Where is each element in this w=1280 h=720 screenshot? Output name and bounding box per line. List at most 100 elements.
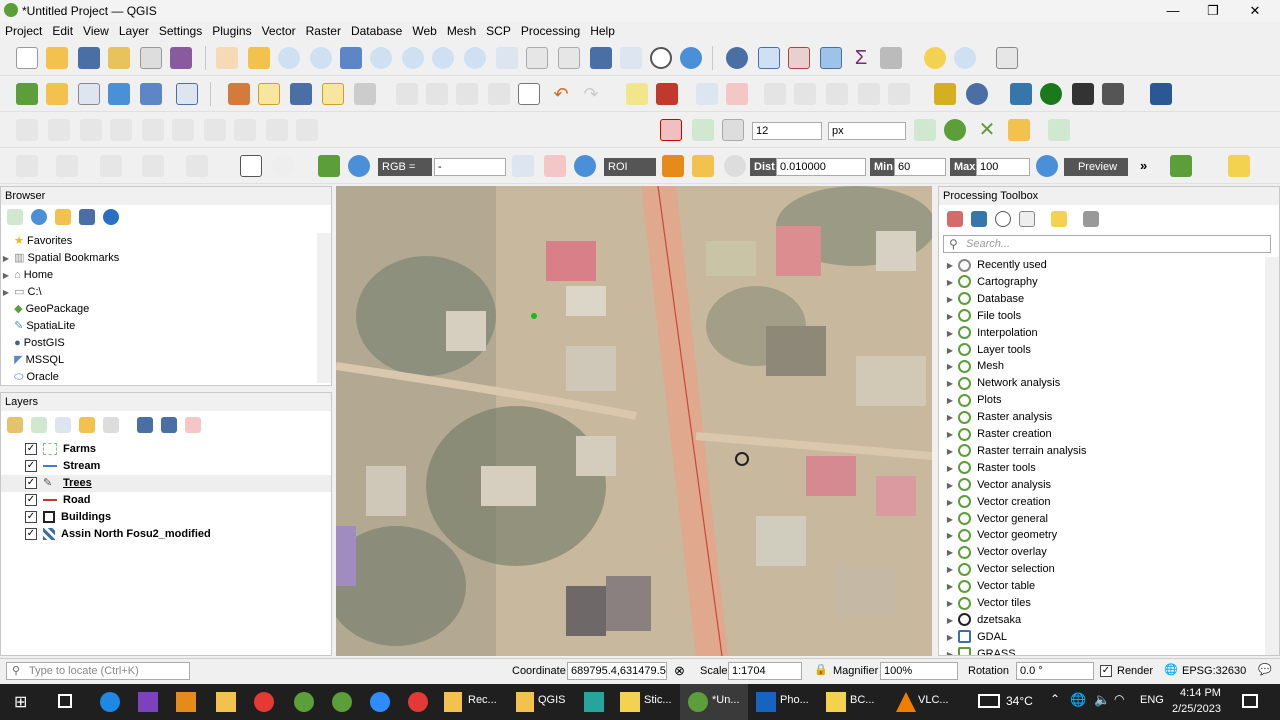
messages-icon[interactable]: 💬 bbox=[1258, 663, 1272, 676]
zoom-native-icon[interactable] bbox=[432, 47, 454, 69]
deselect-icon[interactable] bbox=[142, 155, 164, 177]
scp-edit-icon[interactable] bbox=[1228, 155, 1250, 177]
move-label-icon[interactable] bbox=[764, 83, 786, 105]
preview-button[interactable]: Preview bbox=[1064, 158, 1128, 176]
search-magnifier-icon[interactable] bbox=[1040, 83, 1062, 105]
folder-qgis-icon[interactable] bbox=[516, 692, 534, 712]
menu-view[interactable]: View bbox=[78, 22, 114, 40]
toolbox-item[interactable]: ▶ Raster analysis bbox=[945, 409, 1052, 426]
folder-rec-icon[interactable] bbox=[444, 692, 462, 712]
taskbar-app-sticky[interactable]: Stic... bbox=[644, 694, 672, 706]
select-location-icon[interactable] bbox=[100, 155, 122, 177]
quickmapservices-icon[interactable] bbox=[966, 83, 988, 105]
field-calculator-icon[interactable] bbox=[788, 47, 810, 69]
copy-features-icon[interactable] bbox=[488, 83, 510, 105]
change-label-icon[interactable] bbox=[826, 83, 848, 105]
new-3d-view-icon[interactable] bbox=[558, 47, 580, 69]
label-history-icon[interactable] bbox=[888, 83, 910, 105]
digitize-point-icon[interactable] bbox=[322, 83, 344, 105]
map-canvas[interactable] bbox=[336, 186, 932, 656]
maximize-button[interactable]: ❐ bbox=[1198, 2, 1228, 20]
lock-scale-icon[interactable]: 🔒 bbox=[814, 663, 828, 676]
snap-unit-select[interactable]: px bbox=[828, 122, 906, 140]
windows-start-icon[interactable]: ⊞ bbox=[14, 692, 27, 712]
roi-zoom-icon[interactable] bbox=[574, 155, 596, 177]
delete-part-icon[interactable] bbox=[142, 119, 164, 141]
network-app-icon[interactable] bbox=[584, 692, 604, 712]
menu-database[interactable]: Database bbox=[346, 22, 407, 40]
undo-icon[interactable]: ↶ bbox=[550, 83, 572, 105]
cloud-icon[interactable] bbox=[272, 155, 294, 177]
browser-scrollbar[interactable] bbox=[317, 233, 331, 383]
rotation-input[interactable]: 0.0 ° bbox=[1016, 662, 1094, 680]
self-snapping-icon[interactable] bbox=[1008, 119, 1030, 141]
menu-help[interactable]: Help bbox=[585, 22, 620, 40]
layer-item-farms[interactable]: ✓ Farms bbox=[25, 441, 96, 458]
toolbox-item[interactable]: ▶ Interpolation bbox=[945, 325, 1038, 342]
toolbox-item[interactable]: ▶ Cartography bbox=[945, 274, 1038, 291]
sticky-notes-icon[interactable] bbox=[620, 692, 640, 712]
identify-features-icon[interactable] bbox=[726, 47, 748, 69]
help-icon[interactable] bbox=[1150, 83, 1172, 105]
temporal-clock-icon[interactable] bbox=[650, 47, 672, 69]
filter-expression-icon[interactable] bbox=[103, 417, 119, 433]
language-indicator[interactable]: ENG bbox=[1140, 694, 1164, 706]
close-button[interactable]: ✕ bbox=[1240, 2, 1270, 20]
locator-icon[interactable] bbox=[954, 47, 976, 69]
qgis-desktop-icon[interactable] bbox=[294, 692, 314, 712]
pan-to-selection-icon[interactable] bbox=[248, 47, 270, 69]
collapse-browser-icon[interactable] bbox=[79, 209, 95, 225]
show-hidden-icons[interactable]: ⌃ bbox=[1050, 692, 1060, 706]
add-selected-icon[interactable] bbox=[7, 209, 23, 225]
toolbox-item[interactable]: ▶ dzetsaka bbox=[945, 612, 1021, 629]
roi-add-icon[interactable] bbox=[692, 155, 714, 177]
select-all-icon[interactable] bbox=[186, 155, 208, 177]
taskbar-app-vlc[interactable]: VLC... bbox=[918, 694, 949, 706]
models-icon[interactable] bbox=[947, 211, 963, 227]
expand-arrow-icon[interactable]: ▶ bbox=[945, 460, 955, 477]
preview-zoom-icon[interactable] bbox=[1036, 155, 1058, 177]
print-layout-icon[interactable] bbox=[140, 47, 162, 69]
menu-vector[interactable]: Vector bbox=[257, 22, 301, 40]
layer-item-raster[interactable]: ✓ Assin North Fosu2_modified bbox=[25, 526, 211, 543]
rotate-label-icon[interactable] bbox=[794, 83, 816, 105]
browser-item-geopackage[interactable]: ◆ GeoPackage bbox=[1, 301, 89, 318]
locator-input[interactable]: Type to locate (Ctrl+K) bbox=[6, 662, 190, 680]
expand-arrow-icon[interactable]: ▶ bbox=[945, 274, 955, 291]
expand-arrow-icon[interactable]: ▶ bbox=[945, 646, 955, 655]
toolbox-item[interactable]: ▶ Database bbox=[945, 291, 1024, 308]
save-edits-icon[interactable] bbox=[290, 83, 312, 105]
menu-settings[interactable]: Settings bbox=[154, 22, 207, 40]
toolbox-item[interactable]: ▶ Vector overlay bbox=[945, 544, 1047, 561]
menu-raster[interactable]: Raster bbox=[301, 22, 346, 40]
menu-scp[interactable]: SCP bbox=[481, 22, 516, 40]
browser-item-favorites[interactable]: ★ Favorites bbox=[1, 233, 72, 250]
menu-layer[interactable]: Layer bbox=[114, 22, 154, 40]
toolbox-item[interactable]: ▶ Network analysis bbox=[945, 375, 1060, 392]
tools-icon[interactable] bbox=[1072, 83, 1094, 105]
redo-icon[interactable]: ↷ bbox=[580, 83, 602, 105]
pin-labels-icon[interactable] bbox=[696, 83, 718, 105]
toolbox-item[interactable]: ▶ Mesh bbox=[945, 358, 1004, 375]
expand-arrow-icon[interactable]: ▶ bbox=[945, 544, 955, 561]
current-edits-icon[interactable] bbox=[228, 83, 250, 105]
attribute-table-icon[interactable] bbox=[758, 47, 780, 69]
clock-time[interactable]: 4:14 PM bbox=[1180, 687, 1221, 699]
toggle-editing-pencil-icon[interactable] bbox=[258, 83, 280, 105]
browser-item-spatialite[interactable]: ✎ SpatiaLite bbox=[1, 318, 75, 335]
minimize-button[interactable]: — bbox=[1158, 2, 1188, 20]
volume-icon[interactable]: 🔈 bbox=[1094, 692, 1110, 708]
expand-arrow-icon[interactable]: ▶ bbox=[945, 561, 955, 578]
layer-item-buildings[interactable]: ✓ Buildings bbox=[25, 509, 111, 526]
menu-edit[interactable]: Edit bbox=[47, 22, 78, 40]
max-input[interactable]: 100 bbox=[976, 158, 1030, 176]
layer-item-stream[interactable]: ✓ Stream bbox=[25, 458, 100, 475]
style-panel-icon[interactable] bbox=[7, 417, 23, 433]
toolbox-item[interactable]: ▶ Vector geometry bbox=[945, 527, 1057, 544]
processing-toolbox-icon[interactable] bbox=[820, 47, 842, 69]
zoom-next-icon[interactable] bbox=[496, 47, 518, 69]
zoom-out-icon[interactable] bbox=[310, 47, 332, 69]
expand-arrow-icon[interactable]: ▶ bbox=[945, 494, 955, 511]
add-layer-icon[interactable] bbox=[16, 83, 38, 105]
edit-features-in-place-icon[interactable] bbox=[1051, 211, 1067, 227]
